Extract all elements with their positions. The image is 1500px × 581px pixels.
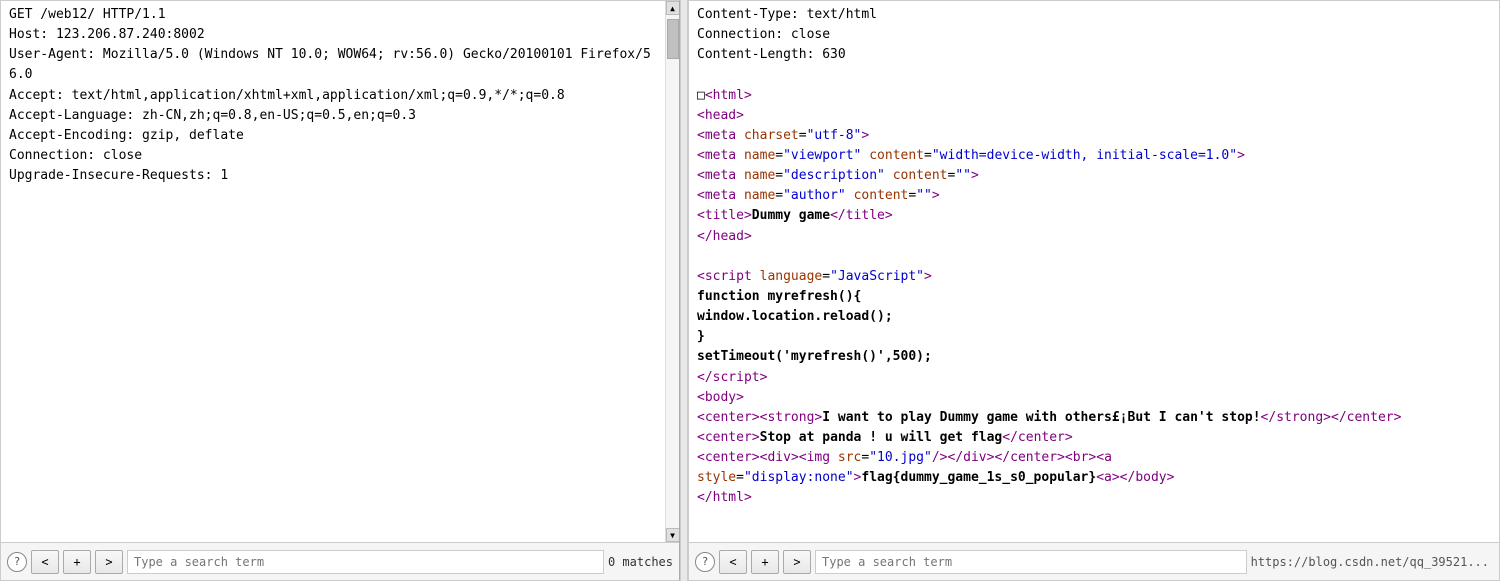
request-text: GET /web12/ HTTP/1.1Host: 123.206.87.240…	[9, 5, 657, 186]
left-search-input[interactable]	[127, 550, 604, 574]
right-help-button[interactable]: ?	[695, 552, 715, 572]
right-panel-content: Content-Type: text/htmlConnection: close…	[689, 1, 1499, 542]
scroll-up-arrow[interactable]: ▲	[666, 1, 680, 15]
left-add-button[interactable]: +	[63, 550, 91, 574]
right-panel-footer: ? < + > https://blog.csdn.net/qq_39521..…	[689, 542, 1499, 580]
panel-divider	[680, 0, 688, 581]
right-prev-button[interactable]: <	[719, 550, 747, 574]
left-panel-footer: ? < + > 0 matches	[1, 542, 679, 580]
right-add-button[interactable]: +	[751, 550, 779, 574]
left-next-button[interactable]: >	[95, 550, 123, 574]
left-prev-button[interactable]: <	[31, 550, 59, 574]
right-search-input[interactable]	[815, 550, 1247, 574]
status-url: https://blog.csdn.net/qq_39521...	[1251, 555, 1493, 569]
response-text: Content-Type: text/htmlConnection: close…	[697, 5, 1491, 509]
scroll-thumb[interactable]	[667, 19, 679, 59]
left-help-button[interactable]: ?	[7, 552, 27, 572]
left-panel: GET /web12/ HTTP/1.1Host: 123.206.87.240…	[0, 0, 680, 581]
scroll-track	[666, 15, 679, 528]
left-scrollbar[interactable]: ▲ ▼	[665, 1, 679, 542]
right-next-button[interactable]: >	[783, 550, 811, 574]
scroll-down-arrow[interactable]: ▼	[666, 528, 680, 542]
left-panel-content: GET /web12/ HTTP/1.1Host: 123.206.87.240…	[1, 1, 679, 542]
right-panel: Content-Type: text/htmlConnection: close…	[688, 0, 1500, 581]
left-matches-label: 0 matches	[608, 555, 673, 569]
